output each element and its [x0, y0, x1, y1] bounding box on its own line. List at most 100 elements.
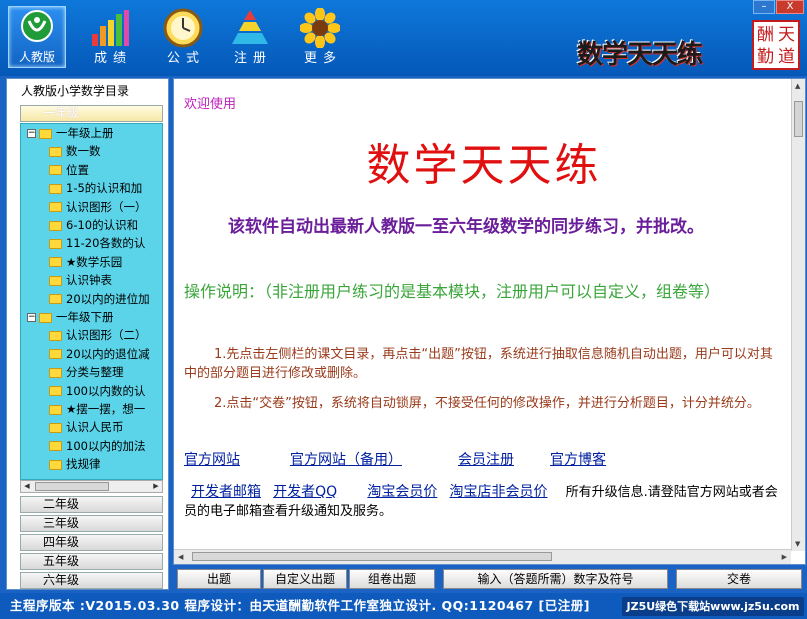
folder-icon	[39, 128, 52, 139]
tree-node-label: 100以内数的认	[66, 383, 146, 398]
more-button[interactable]: 更多	[292, 6, 348, 68]
tree-lesson-node[interactable]: 找规律	[49, 457, 101, 472]
tree-node-label: 找规律	[66, 457, 101, 472]
tree-node-label: 20以内的退位减	[66, 346, 150, 361]
grade-5-header[interactable]: 五年级	[20, 553, 163, 570]
scroll-right-icon[interactable]: ▶	[150, 481, 162, 492]
grade-6-header[interactable]: 六年级	[20, 572, 163, 589]
tree-node-label: 100以内的加法	[66, 438, 146, 453]
seal-char: 酬	[757, 25, 774, 45]
member-register-link[interactable]: 会员注册	[458, 449, 514, 469]
content-horizontal-scrollbar[interactable]: ◀ ▶	[174, 549, 791, 564]
tree-lesson-node[interactable]: 20以内的退位减	[49, 347, 150, 362]
tree-horizontal-scrollbar[interactable]: ◀ ▶	[20, 480, 163, 493]
register-label: 注册	[233, 51, 272, 66]
main-title: 数学天天练	[366, 140, 602, 191]
input-symbols-button[interactable]: 输入（答题所需）数字及符号	[443, 569, 668, 589]
scroll-thumb[interactable]	[35, 482, 109, 491]
tree-node-label: 认识人民币	[66, 420, 124, 435]
collapse-toggle-icon[interactable]: −	[27, 313, 36, 322]
tree-node-label: 20以内的进位加	[66, 291, 150, 306]
tree-node-label: ★摆一摆，想一	[66, 402, 146, 416]
scroll-left-icon[interactable]: ◀	[178, 553, 183, 561]
folder-icon	[49, 238, 62, 249]
folder-icon	[49, 404, 62, 415]
instruction-step-2: 2.点击“交卷”按钮，系统将自动锁屏，不接受任何的修改操作，并进行分析题目，计分…	[214, 396, 760, 411]
folder-icon	[49, 459, 62, 470]
folder-icon	[49, 294, 62, 305]
formula-button[interactable]: 公式	[152, 6, 214, 68]
intro-text: 该软件自动出最新人教版一至六年级数学的同步练习，并批改。	[228, 217, 704, 237]
brand-seal: 酬天勤道	[752, 20, 800, 70]
tree-node-label: ★数学乐园	[66, 254, 123, 269]
tree-lesson-node[interactable]: ★数学乐园	[49, 255, 122, 270]
tree-term-node[interactable]: − 一年级上册	[27, 126, 114, 141]
grades-button[interactable]: 成绩	[82, 6, 138, 68]
folder-icon	[49, 202, 62, 213]
collapse-toggle-icon[interactable]: −	[27, 129, 36, 138]
tree-lesson-node[interactable]: 11-20各数的认	[49, 236, 145, 251]
tree-lesson-node[interactable]: 认识钟表	[49, 273, 112, 288]
brand-title: 数学天天练	[577, 40, 703, 70]
tree-lesson-node[interactable]: 数一数	[49, 144, 101, 159]
folder-icon	[49, 349, 62, 360]
formula-label: 公式	[166, 51, 205, 66]
taobao-member-link[interactable]: 淘宝会员价	[367, 484, 437, 500]
folder-icon	[49, 183, 62, 194]
minimize-button[interactable]: –	[753, 0, 775, 14]
tree-term-node[interactable]: − 一年级下册	[27, 310, 114, 325]
developer-qq-link[interactable]: 开发者QQ	[273, 484, 337, 500]
scroll-up-icon[interactable]: ▲	[795, 82, 800, 90]
tree-node-label: 1-5的认识和加	[66, 181, 143, 196]
folder-icon	[39, 312, 52, 323]
custom-generate-button[interactable]: 自定义出题	[263, 569, 347, 589]
bar-chart-icon	[92, 10, 129, 46]
tree-node-label: 一年级上册	[56, 126, 114, 140]
close-button[interactable]: X	[776, 0, 804, 14]
taobao-nonmember-link[interactable]: 淘宝店非会员价	[449, 484, 547, 500]
tree-node-label: 11-20各数的认	[66, 236, 146, 251]
tree-node-label: 数一数	[66, 144, 101, 159]
register-button[interactable]: 注册	[220, 6, 280, 68]
tree-lesson-node[interactable]: 认识人民币	[49, 420, 124, 435]
scroll-thumb[interactable]	[794, 101, 803, 137]
tree-lesson-node[interactable]: 认识图形（一）	[49, 200, 147, 215]
sunflower-icon	[300, 8, 340, 48]
tree-lesson-node[interactable]: 位置	[49, 163, 89, 178]
scroll-thumb[interactable]	[192, 552, 552, 561]
tree-lesson-node[interactable]: 分类与整理	[49, 365, 124, 380]
instructions-heading: 操作说明：（非注册用户练习的是基本模块，注册用户可以自定义，组卷等）	[184, 282, 721, 301]
submit-button[interactable]: 交卷	[676, 569, 802, 589]
tree-lesson-node[interactable]: 1-5的认识和加	[49, 181, 142, 196]
tree-node-label: 认识图形（二）	[66, 328, 147, 343]
folder-icon	[49, 257, 62, 268]
tree-node-label: 6-10的认识和	[66, 218, 139, 232]
tree-lesson-node[interactable]: 认识图形（二）	[49, 328, 147, 343]
tree-lesson-node[interactable]: 20以内的进位加	[49, 292, 150, 307]
tree-lesson-node[interactable]: 6-10的认识和	[49, 218, 138, 233]
scroll-down-icon[interactable]: ▼	[795, 540, 800, 548]
scroll-left-icon[interactable]: ◀	[21, 481, 33, 492]
generate-button[interactable]: 出题	[177, 569, 261, 589]
folder-icon	[49, 275, 62, 286]
official-site-backup-link[interactable]: 官方网站（备用）	[290, 449, 402, 469]
official-blog-link[interactable]: 官方博客	[550, 449, 606, 469]
grade-2-header[interactable]: 二年级	[20, 496, 163, 513]
official-site-link[interactable]: 官方网站	[184, 449, 240, 469]
grade-1-header[interactable]: 一年级	[20, 105, 163, 122]
tree-node-label: 认识钟表	[66, 273, 112, 288]
grade-3-header[interactable]: 三年级	[20, 515, 163, 532]
content-vertical-scrollbar[interactable]: ▲ ▼	[791, 79, 805, 551]
folder-icon	[49, 441, 62, 452]
sidebar: 人教版小学数学目录 一年级 − 一年级上册 数一数 位置 1-5的认识和加 认识图形（一）…	[6, 78, 169, 590]
tree-lesson-node[interactable]: 100以内的加法	[49, 439, 145, 454]
tree-lesson-node[interactable]: ★摆一摆，想一	[49, 402, 145, 417]
developer-email-link[interactable]: 开发者邮箱	[191, 484, 261, 500]
compose-paper-button[interactable]: 组卷出题	[349, 569, 435, 589]
tree-lesson-node[interactable]: 100以内数的认	[49, 384, 145, 399]
folder-icon	[49, 367, 62, 378]
lesson-tree[interactable]: − 一年级上册数一数位置 1-5的认识和加认识图形（一） 6-10的认识和 11-20各…	[20, 123, 163, 480]
scroll-right-icon[interactable]: ▶	[782, 553, 787, 561]
grade-4-header[interactable]: 四年级	[20, 534, 163, 551]
home-button[interactable]: 人教版	[8, 6, 66, 68]
